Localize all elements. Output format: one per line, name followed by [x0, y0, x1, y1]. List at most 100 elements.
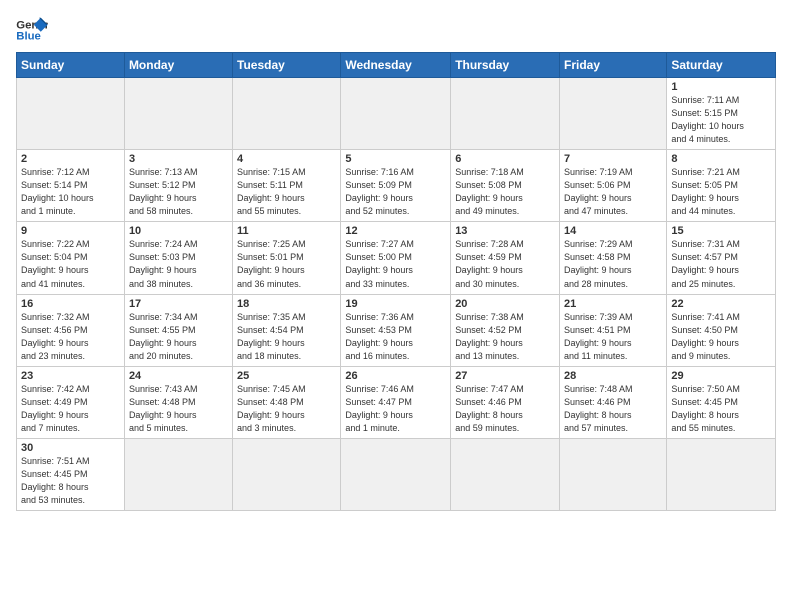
day-info: Sunrise: 7:35 AM Sunset: 4:54 PM Dayligh…: [237, 311, 336, 363]
calendar-day: 13Sunrise: 7:28 AM Sunset: 4:59 PM Dayli…: [451, 222, 560, 294]
calendar-week-1: 1Sunrise: 7:11 AM Sunset: 5:15 PM Daylig…: [17, 78, 776, 150]
weekday-header-friday: Friday: [560, 53, 667, 78]
day-number: 23: [21, 370, 120, 382]
calendar-day: 16Sunrise: 7:32 AM Sunset: 4:56 PM Dayli…: [17, 294, 125, 366]
day-info: Sunrise: 7:29 AM Sunset: 4:58 PM Dayligh…: [564, 238, 662, 290]
day-number: 4: [237, 153, 336, 165]
calendar-day: 20Sunrise: 7:38 AM Sunset: 4:52 PM Dayli…: [451, 294, 560, 366]
day-info: Sunrise: 7:45 AM Sunset: 4:48 PM Dayligh…: [237, 383, 336, 435]
day-number: 2: [21, 153, 120, 165]
calendar-table: SundayMondayTuesdayWednesdayThursdayFrid…: [16, 52, 776, 511]
day-number: 27: [455, 370, 555, 382]
weekday-header-saturday: Saturday: [667, 53, 776, 78]
day-info: Sunrise: 7:15 AM Sunset: 5:11 PM Dayligh…: [237, 166, 336, 218]
calendar-day: [451, 78, 560, 150]
header: General Blue: [16, 16, 776, 44]
calendar-week-6: 30Sunrise: 7:51 AM Sunset: 4:45 PM Dayli…: [17, 438, 776, 510]
calendar-week-4: 16Sunrise: 7:32 AM Sunset: 4:56 PM Dayli…: [17, 294, 776, 366]
calendar-day: 30Sunrise: 7:51 AM Sunset: 4:45 PM Dayli…: [17, 438, 125, 510]
day-info: Sunrise: 7:34 AM Sunset: 4:55 PM Dayligh…: [129, 311, 228, 363]
calendar-day: [124, 78, 232, 150]
calendar-week-5: 23Sunrise: 7:42 AM Sunset: 4:49 PM Dayli…: [17, 366, 776, 438]
calendar-day: [341, 78, 451, 150]
calendar-day: 14Sunrise: 7:29 AM Sunset: 4:58 PM Dayli…: [560, 222, 667, 294]
calendar-day: 15Sunrise: 7:31 AM Sunset: 4:57 PM Dayli…: [667, 222, 776, 294]
day-info: Sunrise: 7:16 AM Sunset: 5:09 PM Dayligh…: [345, 166, 446, 218]
day-info: Sunrise: 7:43 AM Sunset: 4:48 PM Dayligh…: [129, 383, 228, 435]
page: General Blue SundayMondayTuesdayWednesda…: [0, 0, 792, 612]
calendar-day: 3Sunrise: 7:13 AM Sunset: 5:12 PM Daylig…: [124, 150, 232, 222]
calendar-day: [560, 78, 667, 150]
day-info: Sunrise: 7:50 AM Sunset: 4:45 PM Dayligh…: [671, 383, 771, 435]
day-number: 28: [564, 370, 662, 382]
day-number: 13: [455, 225, 555, 237]
calendar-day: 27Sunrise: 7:47 AM Sunset: 4:46 PM Dayli…: [451, 366, 560, 438]
calendar-day: [17, 78, 125, 150]
day-info: Sunrise: 7:51 AM Sunset: 4:45 PM Dayligh…: [21, 455, 120, 507]
day-number: 18: [237, 298, 336, 310]
day-info: Sunrise: 7:11 AM Sunset: 5:15 PM Dayligh…: [671, 94, 771, 146]
day-number: 5: [345, 153, 446, 165]
calendar-day: 24Sunrise: 7:43 AM Sunset: 4:48 PM Dayli…: [124, 366, 232, 438]
day-info: Sunrise: 7:13 AM Sunset: 5:12 PM Dayligh…: [129, 166, 228, 218]
day-info: Sunrise: 7:24 AM Sunset: 5:03 PM Dayligh…: [129, 238, 228, 290]
weekday-header-monday: Monday: [124, 53, 232, 78]
weekday-header-sunday: Sunday: [17, 53, 125, 78]
day-number: 10: [129, 225, 228, 237]
day-number: 15: [671, 225, 771, 237]
calendar-day: 8Sunrise: 7:21 AM Sunset: 5:05 PM Daylig…: [667, 150, 776, 222]
calendar-day: 19Sunrise: 7:36 AM Sunset: 4:53 PM Dayli…: [341, 294, 451, 366]
weekday-header-thursday: Thursday: [451, 53, 560, 78]
day-number: 21: [564, 298, 662, 310]
calendar-day: [451, 438, 560, 510]
day-number: 22: [671, 298, 771, 310]
day-info: Sunrise: 7:27 AM Sunset: 5:00 PM Dayligh…: [345, 238, 446, 290]
day-info: Sunrise: 7:38 AM Sunset: 4:52 PM Dayligh…: [455, 311, 555, 363]
day-number: 14: [564, 225, 662, 237]
calendar-day: [233, 438, 341, 510]
day-info: Sunrise: 7:32 AM Sunset: 4:56 PM Dayligh…: [21, 311, 120, 363]
day-info: Sunrise: 7:19 AM Sunset: 5:06 PM Dayligh…: [564, 166, 662, 218]
day-info: Sunrise: 7:21 AM Sunset: 5:05 PM Dayligh…: [671, 166, 771, 218]
calendar-day: [341, 438, 451, 510]
day-info: Sunrise: 7:22 AM Sunset: 5:04 PM Dayligh…: [21, 238, 120, 290]
day-number: 9: [21, 225, 120, 237]
day-info: Sunrise: 7:25 AM Sunset: 5:01 PM Dayligh…: [237, 238, 336, 290]
day-info: Sunrise: 7:42 AM Sunset: 4:49 PM Dayligh…: [21, 383, 120, 435]
calendar-day: [233, 78, 341, 150]
day-number: 1: [671, 81, 771, 93]
calendar-day: 28Sunrise: 7:48 AM Sunset: 4:46 PM Dayli…: [560, 366, 667, 438]
calendar-day: 17Sunrise: 7:34 AM Sunset: 4:55 PM Dayli…: [124, 294, 232, 366]
day-info: Sunrise: 7:46 AM Sunset: 4:47 PM Dayligh…: [345, 383, 446, 435]
day-number: 19: [345, 298, 446, 310]
calendar-day: 26Sunrise: 7:46 AM Sunset: 4:47 PM Dayli…: [341, 366, 451, 438]
day-number: 24: [129, 370, 228, 382]
calendar-day: 23Sunrise: 7:42 AM Sunset: 4:49 PM Dayli…: [17, 366, 125, 438]
logo-icon: General Blue: [16, 16, 48, 44]
svg-text:Blue: Blue: [16, 31, 41, 43]
calendar-day: 11Sunrise: 7:25 AM Sunset: 5:01 PM Dayli…: [233, 222, 341, 294]
calendar-day: 2Sunrise: 7:12 AM Sunset: 5:14 PM Daylig…: [17, 150, 125, 222]
day-number: 3: [129, 153, 228, 165]
calendar-week-3: 9Sunrise: 7:22 AM Sunset: 5:04 PM Daylig…: [17, 222, 776, 294]
weekday-header-tuesday: Tuesday: [233, 53, 341, 78]
calendar-day: 29Sunrise: 7:50 AM Sunset: 4:45 PM Dayli…: [667, 366, 776, 438]
day-info: Sunrise: 7:31 AM Sunset: 4:57 PM Dayligh…: [671, 238, 771, 290]
calendar-day: [560, 438, 667, 510]
logo: General Blue: [16, 16, 52, 44]
calendar-day: 5Sunrise: 7:16 AM Sunset: 5:09 PM Daylig…: [341, 150, 451, 222]
calendar-header-row: SundayMondayTuesdayWednesdayThursdayFrid…: [17, 53, 776, 78]
day-number: 11: [237, 225, 336, 237]
day-number: 8: [671, 153, 771, 165]
calendar-day: 25Sunrise: 7:45 AM Sunset: 4:48 PM Dayli…: [233, 366, 341, 438]
calendar-day: [667, 438, 776, 510]
calendar-week-2: 2Sunrise: 7:12 AM Sunset: 5:14 PM Daylig…: [17, 150, 776, 222]
calendar-day: 12Sunrise: 7:27 AM Sunset: 5:00 PM Dayli…: [341, 222, 451, 294]
day-number: 29: [671, 370, 771, 382]
calendar-day: 9Sunrise: 7:22 AM Sunset: 5:04 PM Daylig…: [17, 222, 125, 294]
calendar-day: 1Sunrise: 7:11 AM Sunset: 5:15 PM Daylig…: [667, 78, 776, 150]
day-info: Sunrise: 7:12 AM Sunset: 5:14 PM Dayligh…: [21, 166, 120, 218]
day-info: Sunrise: 7:28 AM Sunset: 4:59 PM Dayligh…: [455, 238, 555, 290]
weekday-header-wednesday: Wednesday: [341, 53, 451, 78]
day-number: 30: [21, 442, 120, 454]
